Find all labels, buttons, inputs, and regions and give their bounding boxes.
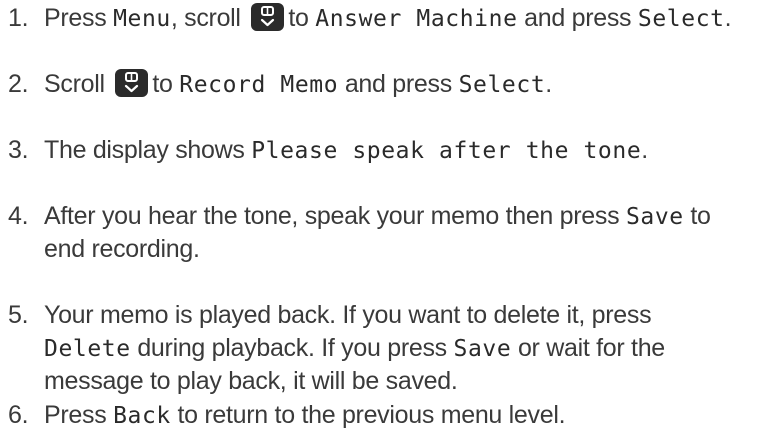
display-text-select: Select (637, 6, 725, 32)
step-number: 4. (8, 202, 29, 230)
step-text-segment: or wait for the (511, 334, 665, 362)
step-number: 1. (8, 4, 29, 32)
step-text-segment: After you hear the tone, speak your memo… (44, 202, 626, 230)
step-text: Delete during playback. If you press Sav… (44, 332, 665, 366)
step-text: end recording. (44, 235, 200, 263)
step-number: 6. (8, 401, 29, 429)
display-text-back: Back (113, 403, 171, 429)
step-text-segment: , scroll (170, 4, 248, 32)
scroll-up-down-icon (115, 69, 149, 97)
step-text-segment: during playback. If you press (130, 334, 454, 362)
display-text-menu: Menu (113, 6, 171, 32)
step-text-segment: to (683, 202, 711, 230)
step-text: message to play back, it will be saved. (44, 367, 458, 395)
display-text-delete: Delete (44, 336, 131, 362)
display-text-record-memo: Record Memo (179, 72, 339, 98)
display-text-save: Save (625, 204, 684, 230)
step-text: Scroll to Record Memo and press Select. (44, 68, 552, 102)
step-text-segment: to return to the previous menu level. (170, 401, 566, 429)
step-number: 3. (8, 136, 29, 164)
step-text-segment: and press (338, 70, 459, 98)
step-number: 5. (8, 301, 29, 329)
step-text-segment: to (288, 4, 316, 32)
display-text-save: Save (453, 336, 512, 362)
step-text-segment: The display shows (44, 136, 252, 164)
step-text-segment: . (545, 70, 552, 98)
step-text-segment: . (641, 136, 648, 164)
step-text: The display shows Please speak after the… (44, 134, 648, 168)
step-text-segment: Scroll (44, 70, 112, 98)
step-number: 2. (8, 70, 29, 98)
step-text-segment: . (724, 4, 732, 32)
step-text: Press Menu, scroll to Answer Machine and… (44, 2, 732, 36)
display-text-answer-machine: Answer Machine (315, 6, 518, 32)
scroll-up-down-icon (251, 3, 285, 31)
display-text-select: Select (458, 72, 546, 98)
display-text-please-speak: Please speak after the tone (251, 138, 642, 164)
step-text-segment: and press (517, 4, 638, 32)
step-text-segment: Press (44, 401, 114, 429)
step-text: Your memo is played back. If you want to… (44, 301, 652, 329)
step-text-segment: Press (44, 4, 114, 32)
step-text: Press Back to return to the previous men… (44, 399, 566, 433)
step-text: After you hear the tone, speak your memo… (44, 200, 711, 234)
step-text-segment: to (152, 70, 180, 98)
